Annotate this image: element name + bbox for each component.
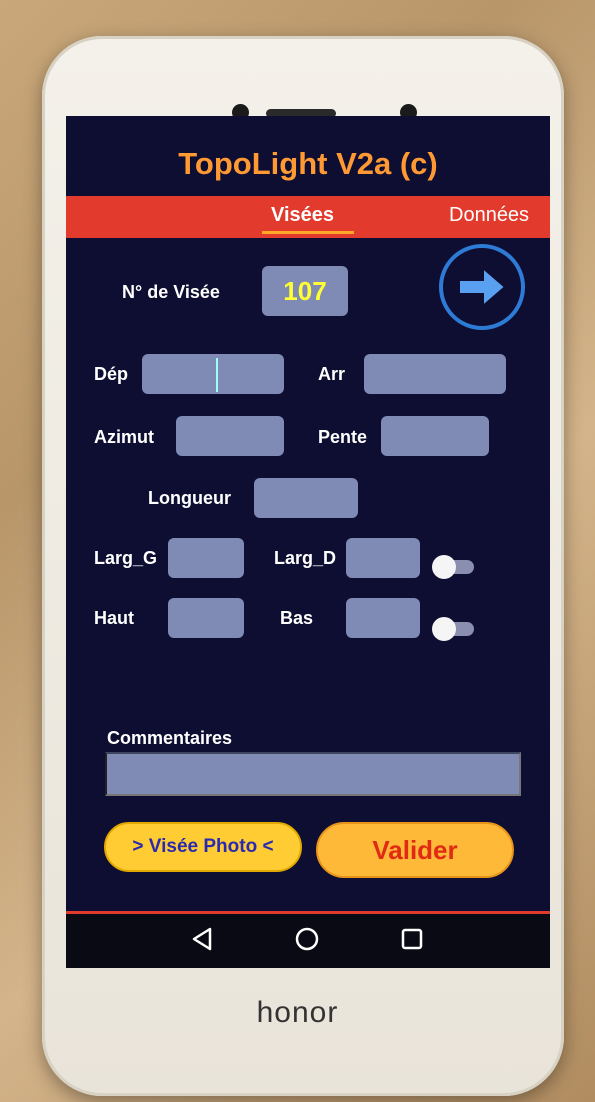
tab-bar: Visées Données bbox=[66, 196, 550, 238]
pente-input[interactable] bbox=[381, 416, 489, 456]
tab-donnees[interactable]: Données bbox=[449, 204, 529, 227]
text-cursor bbox=[216, 358, 218, 392]
valider-button[interactable]: Valider bbox=[316, 822, 514, 878]
commentaires-label: Commentaires bbox=[107, 728, 233, 748]
active-tab-indicator bbox=[262, 231, 354, 234]
recent-square-icon[interactable] bbox=[400, 926, 424, 952]
tab-visees[interactable]: Visées bbox=[271, 204, 334, 227]
visee-number-label: N° de Visée bbox=[122, 282, 220, 302]
bas-input[interactable] bbox=[346, 598, 420, 638]
azimut-label: Azimut bbox=[94, 427, 154, 447]
larg-toggle[interactable] bbox=[432, 555, 476, 579]
app-title: TopoLight V2a (c) bbox=[178, 146, 438, 181]
azimut-input[interactable] bbox=[176, 416, 284, 456]
system-nav-bar bbox=[66, 914, 550, 968]
larg-d-label: Larg_D bbox=[274, 548, 337, 568]
haut-input[interactable] bbox=[168, 598, 244, 638]
back-triangle-icon[interactable] bbox=[190, 926, 214, 952]
longueur-label: Longueur bbox=[148, 488, 231, 508]
visee-number-value[interactable]: 107 bbox=[262, 266, 348, 316]
home-circle-icon[interactable] bbox=[294, 926, 320, 952]
arrow-right-icon bbox=[458, 265, 507, 309]
dep-input[interactable] bbox=[142, 354, 284, 394]
pente-label: Pente bbox=[318, 427, 368, 447]
dep-label: Dép bbox=[94, 364, 129, 384]
larg-g-input[interactable] bbox=[168, 538, 244, 578]
haut-bas-toggle[interactable] bbox=[432, 617, 476, 641]
toggle-knob bbox=[432, 617, 456, 641]
bas-label: Bas bbox=[280, 608, 314, 628]
toggle-knob bbox=[432, 555, 456, 579]
longueur-input[interactable] bbox=[254, 478, 358, 518]
larg-g-label: Larg_G bbox=[94, 548, 158, 568]
haut-label: Haut bbox=[94, 608, 134, 628]
next-button[interactable] bbox=[439, 244, 525, 330]
visee-photo-button[interactable]: > Visée Photo < bbox=[104, 822, 302, 872]
app-screen: TopoLight V2a (c) Visées Données N° de V… bbox=[66, 116, 550, 968]
arr-label: Arr bbox=[318, 364, 346, 384]
arr-input[interactable] bbox=[364, 354, 506, 394]
brand-logo: honor bbox=[256, 996, 339, 1029]
commentaires-input[interactable] bbox=[105, 752, 521, 796]
larg-d-input[interactable] bbox=[346, 538, 420, 578]
